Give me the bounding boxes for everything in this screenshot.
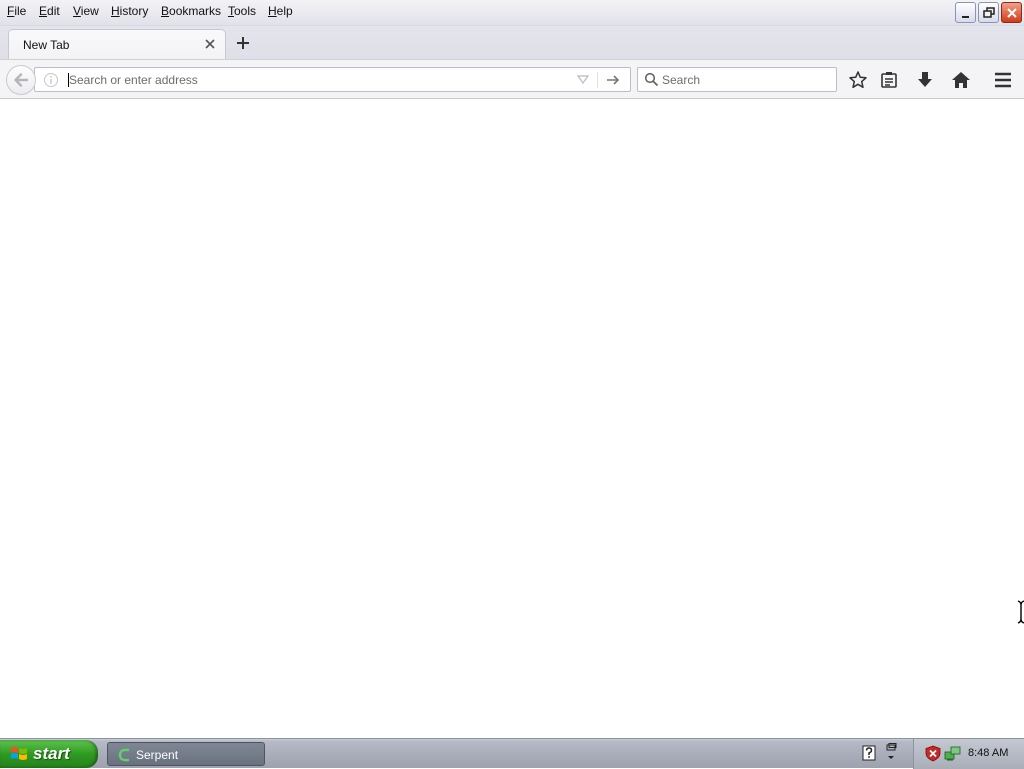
start-button[interactable]: start [0,740,98,768]
serpent-app-icon [118,748,130,762]
back-button[interactable] [6,65,36,95]
menu-file[interactable]: File [7,4,26,18]
reading-list-icon[interactable] [879,70,899,90]
restore-button[interactable] [978,2,999,23]
menu-bookmarks[interactable]: Bookmarks [161,4,221,18]
system-tray: 8:48 AM [913,739,1024,769]
close-window-button[interactable] [1001,2,1022,23]
navigation-toolbar [0,59,1024,99]
minimize-button[interactable] [955,2,976,23]
clock[interactable]: 8:48 AM [968,747,1008,759]
menu-tools[interactable]: Tools [228,4,256,18]
info-icon[interactable] [43,72,59,88]
search-icon [644,72,659,87]
menu-help[interactable]: Help [268,4,293,18]
taskbar: start Serpent 8:48 AM [0,738,1024,769]
menu-bar: File Edit View History Bookmarks Tools H… [0,0,1024,26]
menu-view[interactable]: View [73,4,99,18]
tab-strip: New Tab [0,26,1024,59]
url-separator [597,72,598,88]
menu-icon[interactable] [993,70,1013,90]
close-icon [1007,8,1017,18]
minimize-icon [962,16,969,18]
tab-close-icon[interactable] [203,37,217,51]
tab-new-tab[interactable]: New Tab [8,29,226,59]
windows-logo-icon [11,747,27,760]
help-icon[interactable] [862,745,876,761]
restore-icon [983,7,995,18]
download-icon[interactable] [915,70,935,90]
tab-title: New Tab [23,38,70,52]
search-input[interactable] [662,72,830,88]
dropdown-icon[interactable] [577,75,589,85]
menu-edit[interactable]: Edit [39,4,60,18]
taskbar-item-serpent[interactable]: Serpent [107,742,265,766]
show-desktop-icon[interactable] [884,743,898,763]
bookmark-star-icon[interactable] [848,70,868,90]
security-shield-icon[interactable] [925,745,941,762]
go-arrow-icon[interactable] [605,72,621,88]
new-tab-plus-icon[interactable] [234,34,252,52]
url-bar[interactable] [34,67,631,92]
home-icon[interactable] [951,70,971,90]
menu-history[interactable]: History [111,4,148,18]
taskbar-item-label: Serpent [136,748,179,762]
search-bar[interactable] [637,67,837,92]
network-icon[interactable] [944,745,962,762]
text-cursor-icon [1017,600,1024,624]
start-label: start [33,744,70,763]
back-arrow-icon [14,73,29,87]
url-input[interactable] [69,72,569,88]
page-content[interactable] [0,99,1024,738]
